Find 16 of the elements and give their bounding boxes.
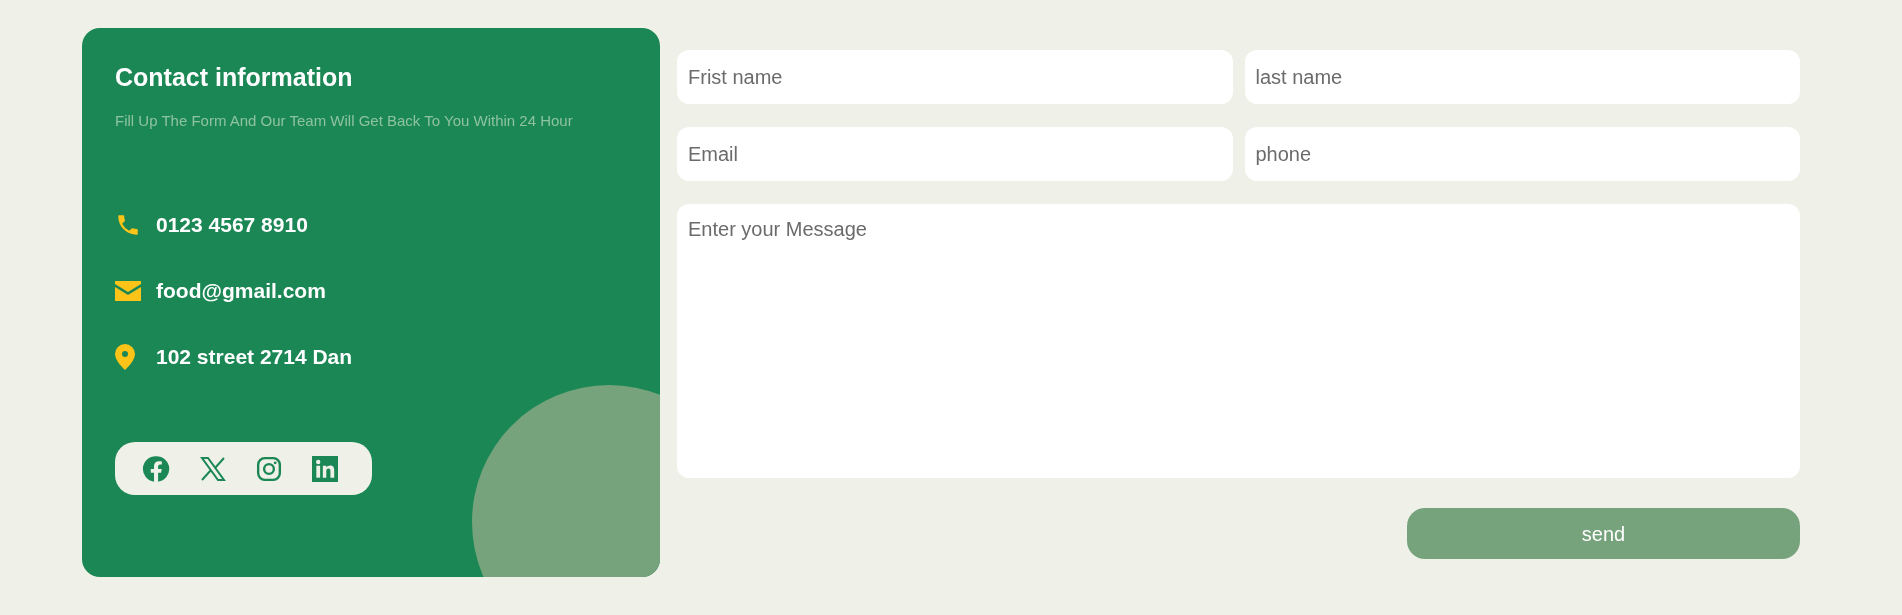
envelope-icon bbox=[115, 281, 143, 301]
card-title: Contact information bbox=[115, 62, 354, 92]
facebook-icon[interactable] bbox=[142, 454, 170, 483]
send-button[interactable]: send bbox=[1407, 508, 1800, 559]
instagram-icon[interactable] bbox=[256, 455, 282, 482]
input-field[interactable]: Email bbox=[677, 127, 1233, 181]
contact-text: food@gmail.com bbox=[156, 278, 326, 305]
input-field[interactable]: phone bbox=[1244, 127, 1800, 181]
input-field[interactable]: Frist name bbox=[677, 50, 1233, 104]
linkedin-icon[interactable] bbox=[312, 455, 338, 482]
contact-text: 0123 4567 8910 bbox=[156, 212, 308, 239]
message-field[interactable]: Enter your Message bbox=[677, 204, 1800, 478]
card-subtitle: Fill Up The Form And Our Team Will Get Back To You Within 24 Hour bbox=[115, 111, 574, 131]
input-field[interactable]: last name bbox=[1244, 50, 1800, 104]
contact-text: 102 street 2714 Dan bbox=[156, 344, 353, 371]
x-icon[interactable] bbox=[200, 456, 226, 481]
